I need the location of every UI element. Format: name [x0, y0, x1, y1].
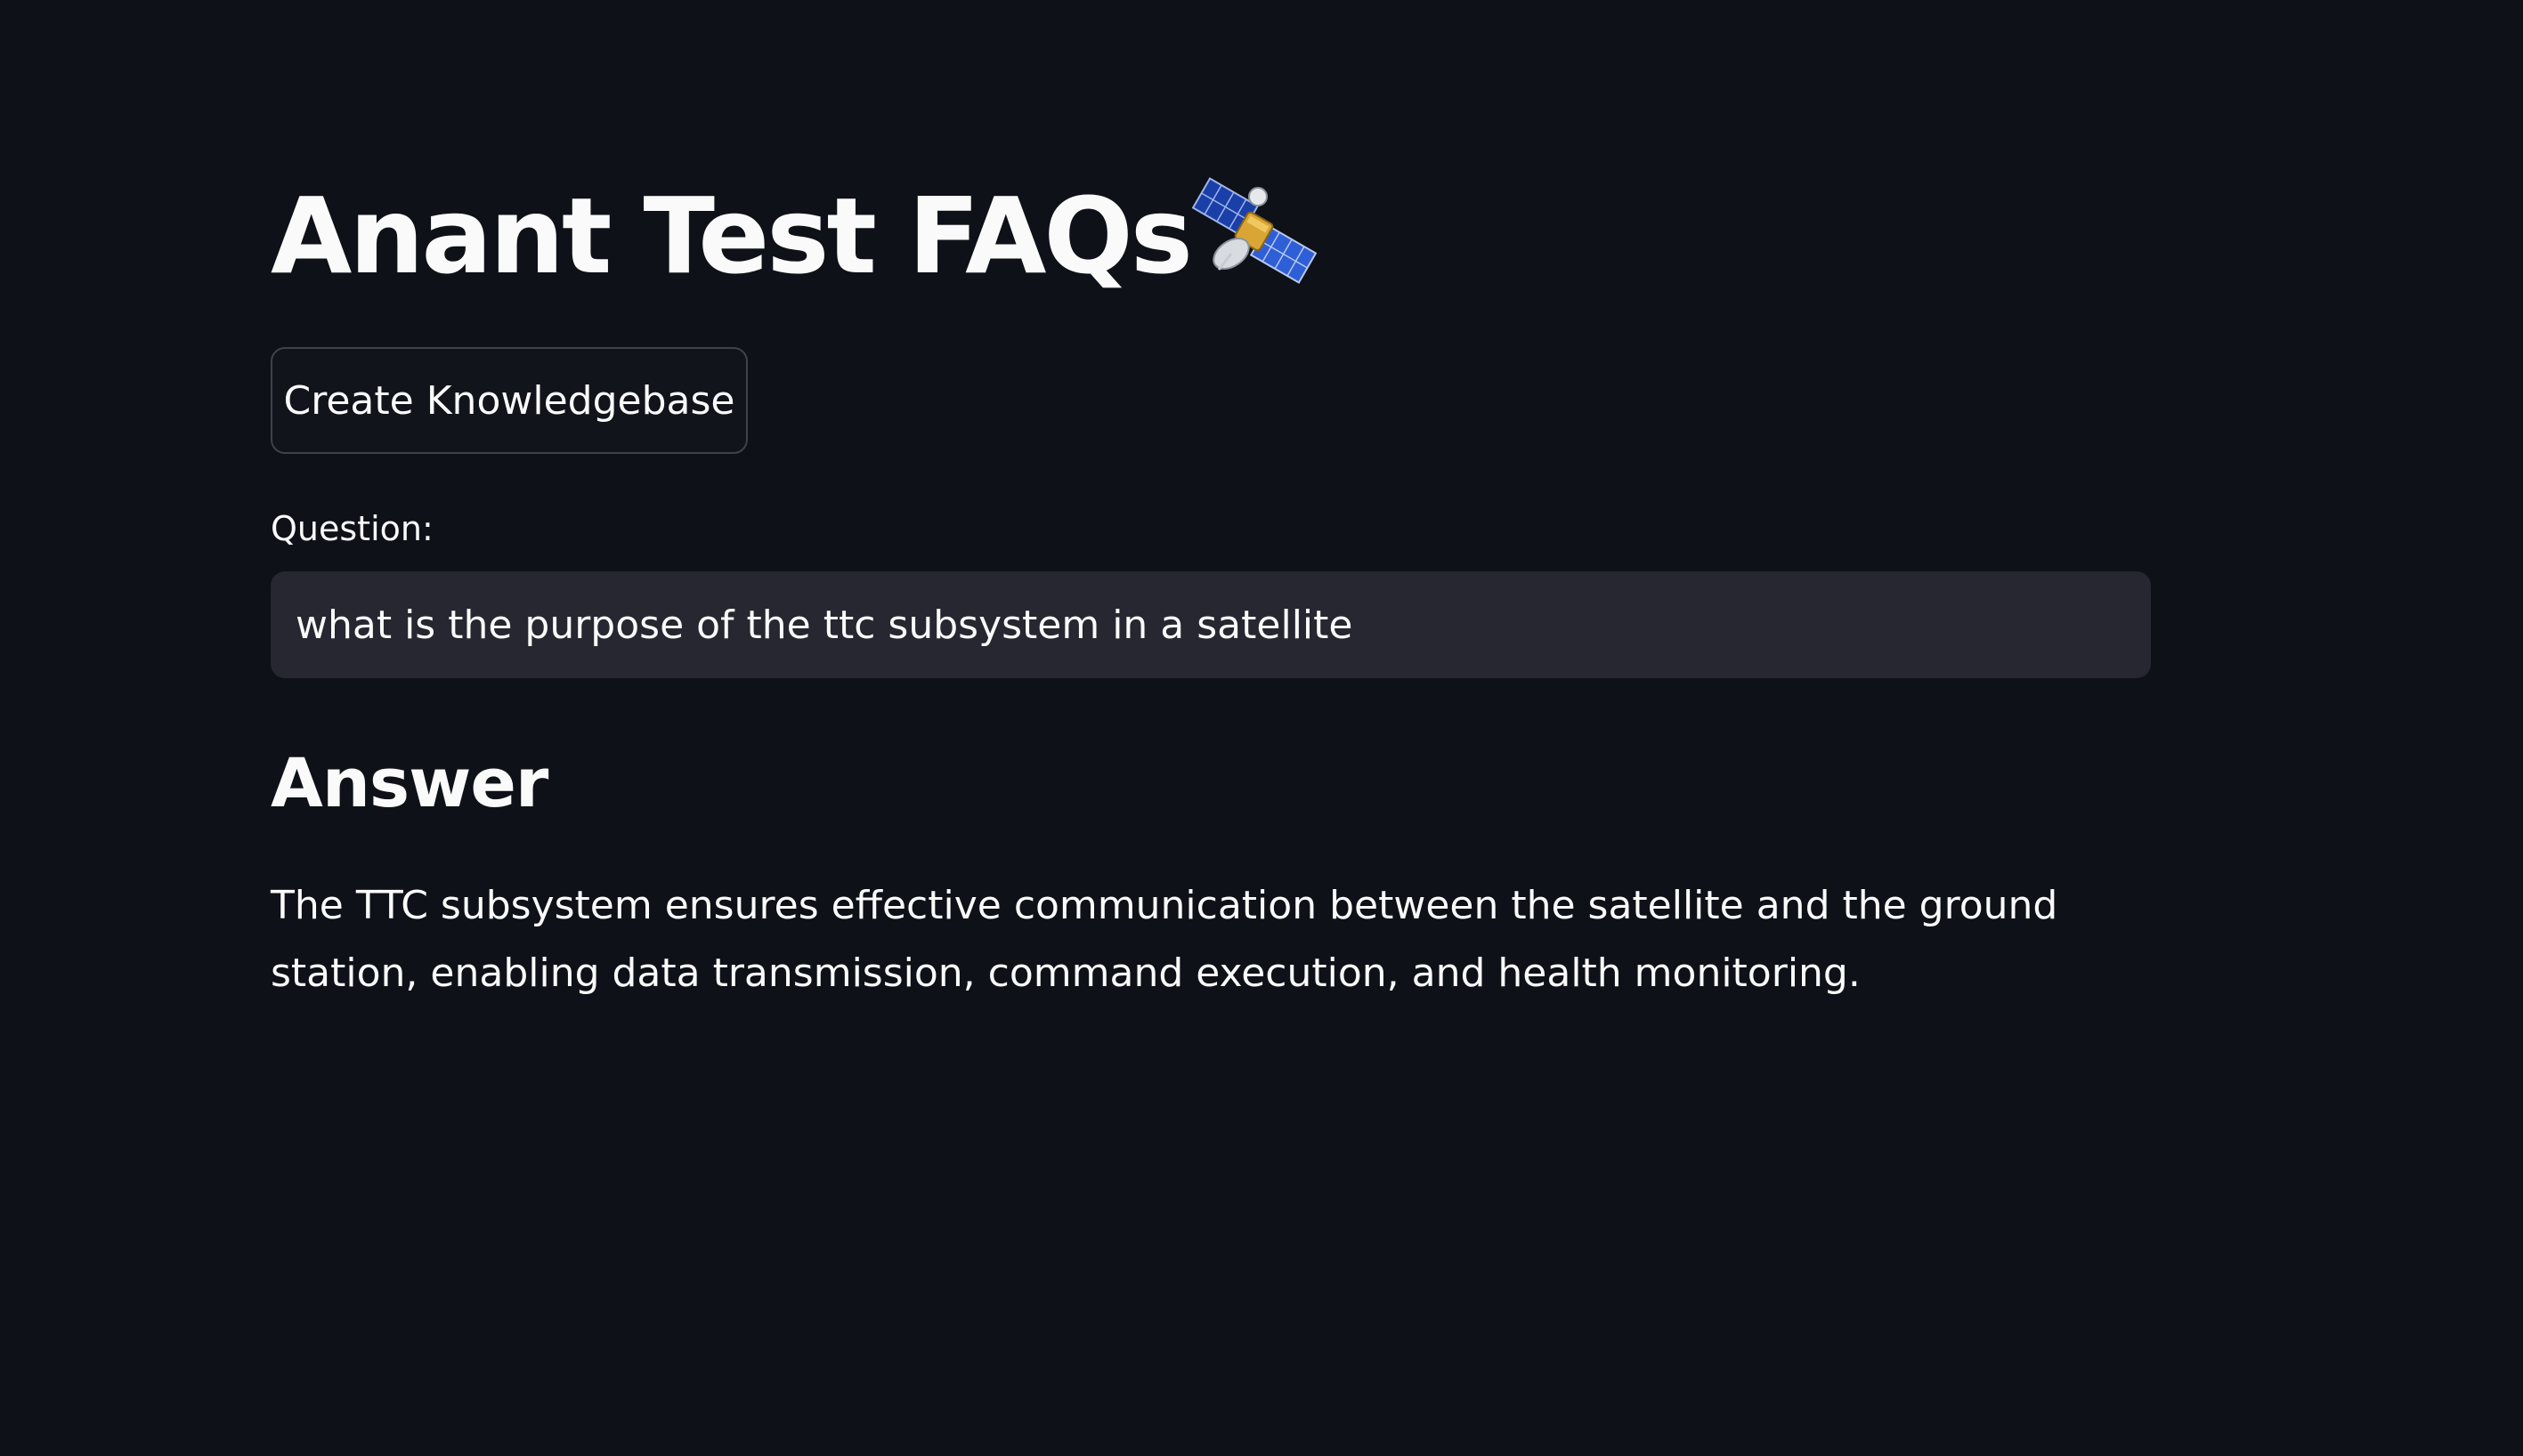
satellite-icon [1191, 177, 1318, 284]
answer-text: The TTC subsystem ensures effective comm… [271, 883, 2058, 996]
page-title: Anant Test FAQs [271, 174, 1193, 297]
app-root: Anant Test FAQs Create Knowledgebase Que… [0, 0, 2523, 1456]
title-row: Anant Test FAQs [271, 160, 2151, 311]
main-content: Anant Test FAQs Create Knowledgebase Que… [271, 160, 2151, 996]
question-input[interactable] [271, 571, 2151, 678]
answer-heading: Answer [271, 743, 548, 822]
create-knowledgebase-button[interactable]: Create Knowledgebase [271, 347, 748, 454]
question-label: Question: [271, 509, 434, 548]
